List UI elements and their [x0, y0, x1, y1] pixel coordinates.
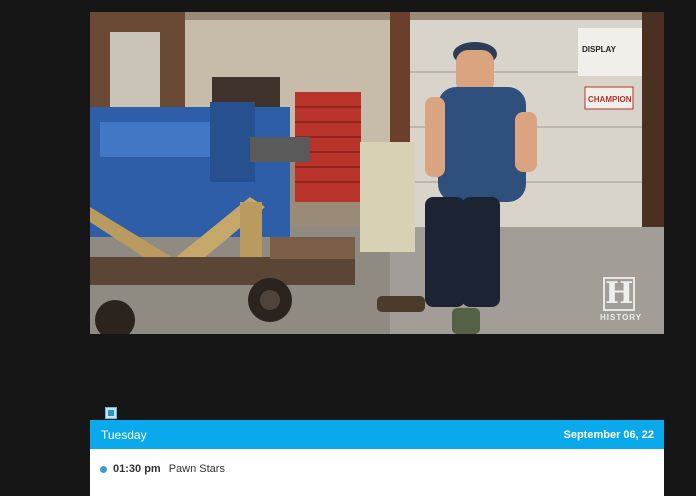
history-logo-text: HISTORY	[600, 313, 643, 322]
video-frame: DISPLAY CHAMPION	[90, 12, 664, 334]
schedule-item-title[interactable]: Pawn Stars	[169, 463, 225, 475]
history-logo-icon: H HISTORY	[600, 276, 643, 322]
schedule-panel: Tuesday September 06, 22 01:30 pm Pawn S…	[90, 420, 664, 496]
schedule-header: Tuesday September 06, 22	[90, 420, 664, 449]
video-player[interactable]: DISPLAY CHAMPION H HISTORY	[90, 12, 664, 334]
schedule-date: September 06, 22	[563, 428, 655, 441]
schedule-day: Tuesday	[101, 427, 147, 442]
svg-text:CHAMPION: CHAMPION	[588, 95, 632, 104]
broken-image-icon[interactable]	[105, 407, 117, 419]
schedule-item-time: 01:30 pm	[113, 463, 161, 475]
bullet-icon	[100, 466, 107, 473]
schedule-item[interactable]: 01:30 pm Pawn Stars	[90, 449, 664, 489]
history-logo-letter: H	[603, 276, 635, 311]
svg-text:DISPLAY: DISPLAY	[582, 45, 617, 54]
